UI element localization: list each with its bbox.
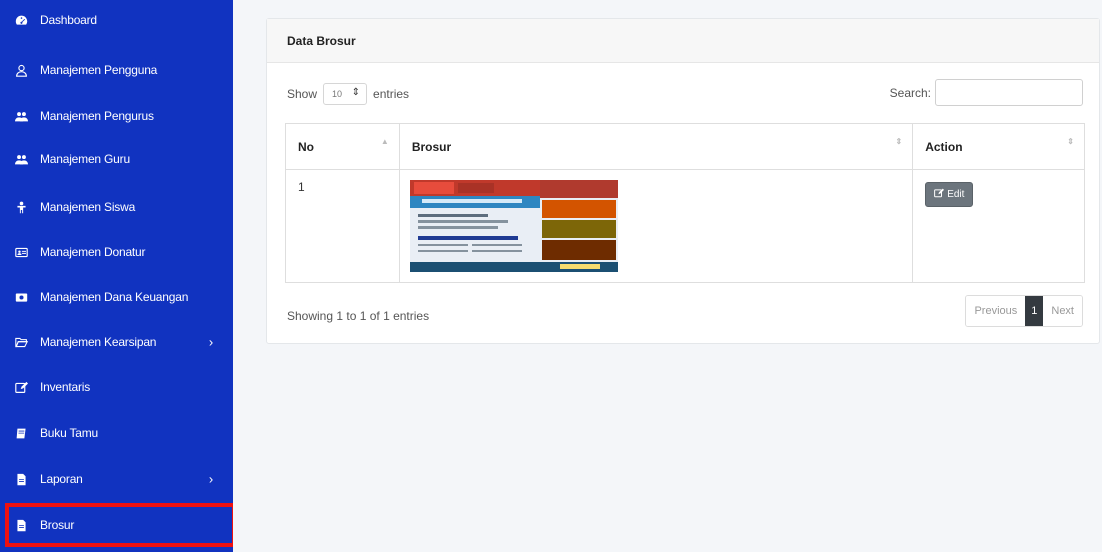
column-header-action[interactable]: Action ⇕ [912, 123, 1085, 170]
book-icon [14, 426, 28, 440]
entries-select[interactable]: 10 ⇕ [323, 83, 368, 105]
sidebar-item-kearsipan[interactable]: Manajemen Kearsipan › [0, 322, 233, 362]
search-input[interactable] [935, 79, 1083, 106]
cell-brosur [398, 169, 914, 283]
sidebar-item-label: Manajemen Kearsipan [40, 335, 157, 349]
sidebar-item-siswa[interactable]: Manajemen Siswa [0, 187, 233, 227]
users-icon [14, 152, 28, 166]
file-icon [14, 472, 28, 486]
table-row: 1 Edit [285, 169, 1085, 283]
sidebar-item-label: Dashboard [40, 13, 97, 27]
sort-asc-icon: ▲ [380, 137, 389, 146]
sidebar-item-label: Manajemen Pengurus [40, 109, 154, 123]
sidebar-item-guru[interactable]: Manajemen Guru [0, 139, 233, 179]
column-header-brosur[interactable]: Brosur ⇕ [398, 123, 914, 170]
money-icon [14, 290, 28, 304]
sidebar-item-pengguna[interactable]: Manajemen Pengguna [0, 50, 233, 90]
sidebar-item-label: Manajemen Siswa [40, 200, 136, 214]
sidebar: Dashboard Manajemen Pengguna Manajemen P… [0, 0, 236, 552]
length-control: Show 10 ⇕ entries [287, 83, 409, 105]
sidebar-item-pengurus[interactable]: Manajemen Pengurus [0, 96, 233, 136]
search-control: Search: [890, 79, 1083, 106]
sort-icon: ⇕ [1067, 137, 1074, 146]
sidebar-item-buku-tamu[interactable]: Buku Tamu [0, 413, 233, 453]
tachometer-icon [14, 13, 28, 27]
sidebar-item-label: Manajemen Guru [40, 152, 130, 166]
sidebar-item-label: Manajemen Donatur [40, 245, 146, 259]
column-header-no[interactable]: No ▲ [285, 123, 400, 170]
page-button-current[interactable]: 1 [1025, 296, 1044, 326]
edit-button[interactable]: Edit [925, 182, 974, 207]
sidebar-item-label: Laporan [40, 472, 83, 486]
sidebar-item-label: Buku Tamu [40, 426, 99, 440]
next-button[interactable]: Next [1043, 296, 1082, 326]
sidebar-item-brosur[interactable]: Brosur [5, 503, 236, 547]
sidebar-item-label: Inventaris [40, 380, 91, 394]
entries-label: entries [373, 87, 410, 101]
id-card-icon [14, 245, 28, 259]
pagination: Previous 1 Next [965, 295, 1083, 327]
select-caret-icon: ⇕ [351, 87, 361, 98]
sidebar-item-label: Manajemen Dana Keuangan [40, 290, 189, 304]
chevron-right-icon: › [208, 471, 213, 487]
edit-icon [934, 188, 945, 201]
entries-select-value: 10 [332, 89, 343, 99]
sidebar-item-dashboard[interactable]: Dashboard [0, 0, 233, 40]
brosur-thumbnail[interactable] [409, 180, 618, 272]
users-icon [14, 109, 28, 123]
search-label: Search: [889, 85, 931, 100]
edit-button-label: Edit [947, 189, 965, 200]
card-title: Data Brosur [267, 19, 1099, 63]
cell-no: 1 [285, 169, 400, 283]
cell-action: Edit [912, 169, 1085, 283]
sidebar-item-label: Brosur [40, 518, 75, 532]
sort-icon: ⇕ [895, 137, 903, 146]
brosur-table: No ▲ Brosur ⇕ Action ⇕ 1 Edit [285, 123, 1085, 283]
show-label: Show [287, 87, 318, 101]
sidebar-item-laporan[interactable]: Laporan › [0, 459, 233, 499]
previous-button[interactable]: Previous [966, 296, 1026, 326]
file-icon [14, 518, 28, 532]
child-icon [14, 200, 28, 214]
table-header-row: No ▲ Brosur ⇕ Action ⇕ [285, 123, 1085, 170]
folder-open-icon [14, 335, 28, 349]
brosur-card: Data Brosur Show 10 ⇕ entries Search: No… [266, 18, 1100, 344]
user-icon [14, 63, 28, 77]
sidebar-item-donatur[interactable]: Manajemen Donatur [0, 232, 233, 272]
table-info: Showing 1 to 1 of 1 entries [287, 309, 430, 323]
sidebar-item-label: Manajemen Pengguna [40, 63, 158, 77]
chevron-right-icon: › [208, 334, 213, 350]
edit-icon [14, 380, 28, 394]
sidebar-item-dana-keuangan[interactable]: Manajemen Dana Keuangan [0, 277, 233, 317]
sidebar-item-inventaris[interactable]: Inventaris [0, 367, 233, 407]
